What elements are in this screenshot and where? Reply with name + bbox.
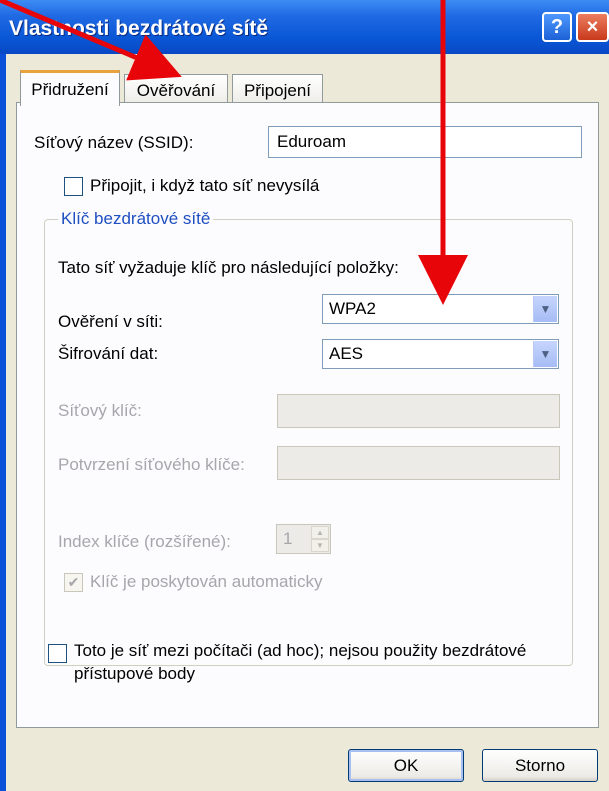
data-encryption-label: Šifrování dat: <box>58 344 159 363</box>
wireless-key-group-title: Klíč bezdrátové sítě <box>58 209 214 229</box>
network-auth-select[interactable]: WPA2 ▼ <box>322 294 559 324</box>
window-title: Vlastnosti bezdrátové sítě <box>9 17 269 40</box>
tab-label: Ověřování <box>136 80 216 100</box>
auto-key-label: Klíč je poskytován automaticky <box>90 572 323 591</box>
chevron-down-icon[interactable]: ▼ <box>533 341 557 367</box>
spin-down-icon[interactable]: ▼ <box>311 539 329 552</box>
wireless-key-group <box>44 219 573 666</box>
confirm-key-input[interactable] <box>277 446 560 480</box>
adhoc-checkbox[interactable] <box>48 644 67 663</box>
data-encryption-select[interactable]: AES ▼ <box>322 339 559 369</box>
chevron-down-icon[interactable]: ▼ <box>533 296 557 322</box>
key-index-value: 1 <box>283 529 293 548</box>
cancel-button[interactable]: Storno <box>482 749 598 782</box>
network-key-input[interactable] <box>277 394 560 428</box>
auto-key-checkbox[interactable]: ✔ <box>64 573 83 592</box>
checkmark-icon: ✔ <box>67 574 80 590</box>
connect-hidden-label: Připojit, i když tato síť nevysílá <box>90 176 320 195</box>
connect-hidden-checkbox[interactable] <box>64 177 83 196</box>
adhoc-label-line1: Toto je síť mezi počítači (ad hoc); nejs… <box>74 641 527 660</box>
spin-up-icon[interactable]: ▲ <box>311 526 329 539</box>
title-bar[interactable]: Vlastnosti bezdrátové sítě ? × <box>0 0 609 54</box>
data-encryption-value: AES <box>329 344 364 363</box>
network-auth-value: WPA2 <box>329 299 376 318</box>
tab-label: Připojení <box>243 80 312 100</box>
tab-pridruzeni[interactable]: Přidružení <box>20 70 120 106</box>
close-button[interactable]: × <box>576 12 609 42</box>
ssid-input[interactable]: Eduroam <box>268 126 582 158</box>
ssid-label: Síťový název (SSID): <box>34 133 194 152</box>
confirm-key-label: Potvrzení síťového klíče: <box>58 455 245 474</box>
adhoc-label-line2: přístupové body <box>74 664 195 683</box>
key-index-spinner[interactable]: 1 ▲ ▼ <box>276 524 331 554</box>
dialog-client-area: Přidružení Ověřování Připojení Síťový ná… <box>6 54 609 791</box>
tab-label: Přidružení <box>31 79 109 99</box>
key-intro-text: Tato síť vyžaduje klíč pro následující p… <box>58 258 399 277</box>
key-index-label: Index klíče (rozšířené): <box>58 532 231 551</box>
dialog-window: Vlastnosti bezdrátové sítě ? × Přidružen… <box>0 0 609 791</box>
network-auth-label: Ověření v síti: <box>58 312 163 331</box>
help-button[interactable]: ? <box>542 12 572 42</box>
network-key-label: Síťový klíč: <box>58 401 142 420</box>
ok-button[interactable]: OK <box>348 749 464 782</box>
